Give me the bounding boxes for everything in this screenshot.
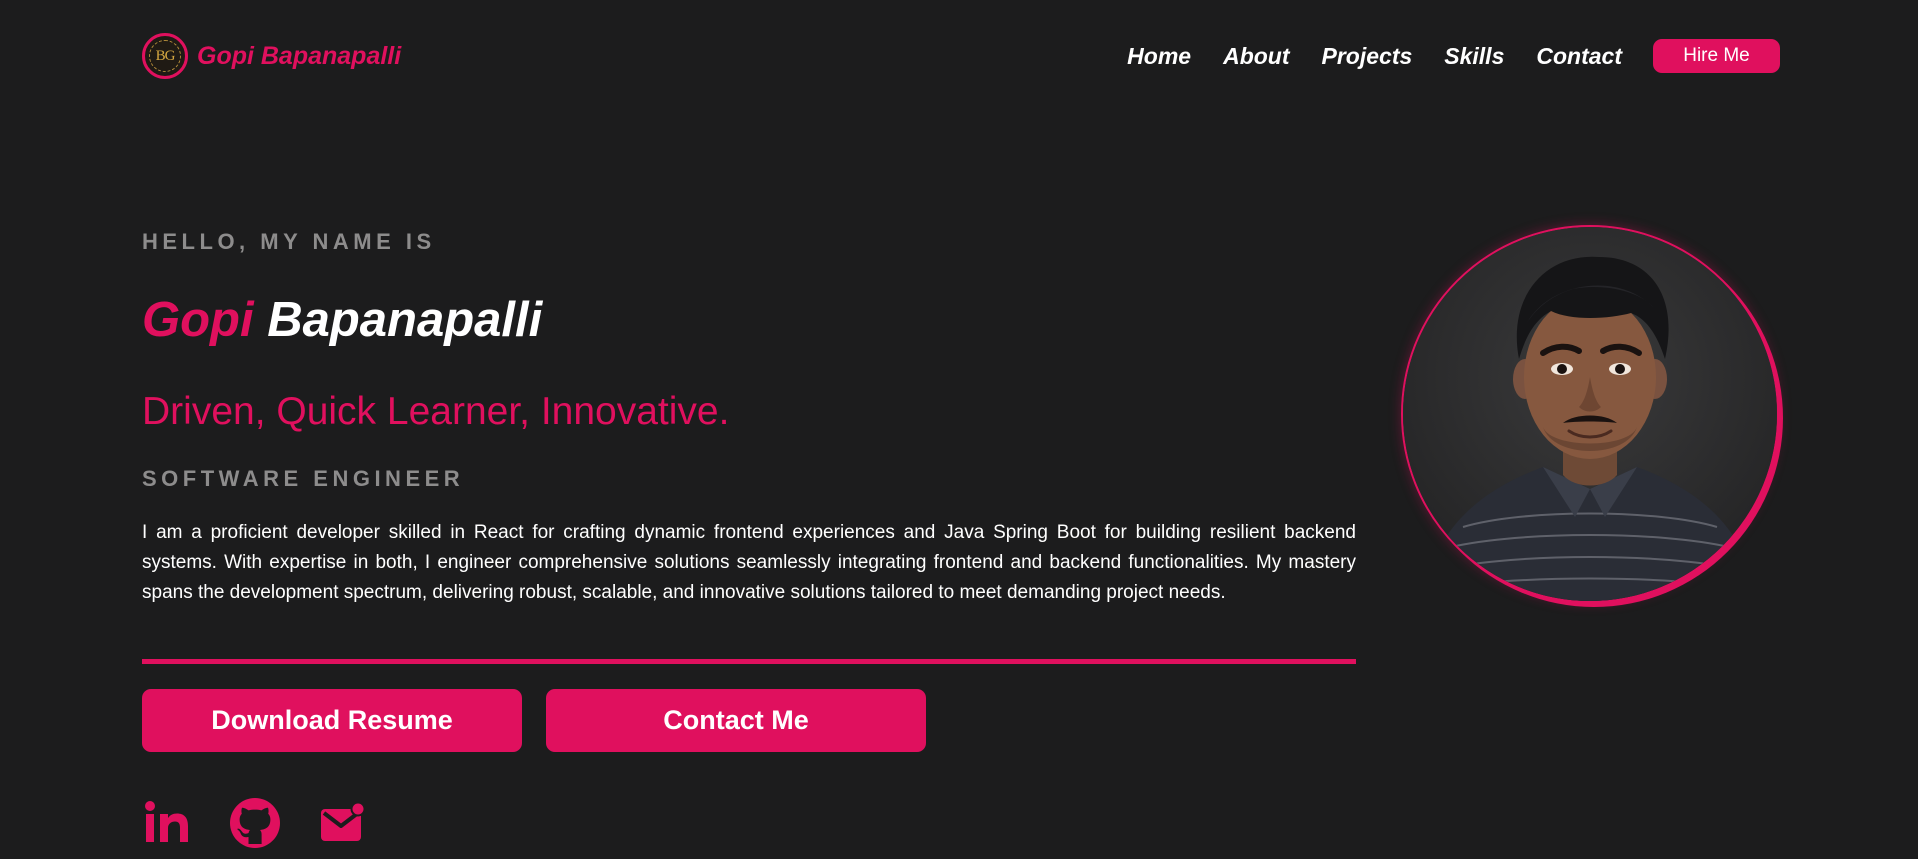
hero-tagline: Driven, Quick Learner, Innovative. [142, 390, 730, 433]
hero-divider [142, 659, 1356, 664]
hero-name: Gopi Bapanapalli [142, 290, 542, 350]
contact-me-button[interactable]: Contact Me [546, 689, 926, 752]
linkedin-link[interactable] [142, 798, 192, 848]
hero-first-name: Gopi [142, 293, 254, 347]
profile-photo [1401, 225, 1779, 603]
email-icon [321, 801, 366, 841]
download-resume-button[interactable]: Download Resume [142, 689, 522, 752]
hero-eyebrow: HELLO, MY NAME IS [142, 229, 436, 254]
email-link[interactable] [318, 798, 368, 848]
github-link[interactable] [230, 798, 280, 848]
nav-about[interactable]: About [1223, 43, 1289, 70]
hire-me-button[interactable]: Hire Me [1653, 39, 1780, 73]
linkedin-icon [145, 801, 188, 842]
hero-last-name: Bapanapalli [267, 293, 543, 347]
brand-name: Gopi Bapanapalli [197, 41, 402, 70]
github-icon [230, 798, 280, 848]
hero-role: SOFTWARE ENGINEER [142, 466, 465, 491]
main-nav: Home About Projects Skills Contact Hire … [1127, 39, 1780, 73]
nav-skills[interactable]: Skills [1444, 43, 1504, 70]
social-links [142, 798, 406, 848]
nav-contact[interactable]: Contact [1536, 43, 1622, 70]
logo-monogram: BG [155, 47, 176, 64]
logo-badge: BG [142, 33, 188, 79]
brand-link[interactable]: BG Gopi Bapanapalli [142, 33, 401, 79]
site-header: BG Gopi Bapanapalli Home About Projects … [142, 30, 1780, 82]
hero-bio: I am a proficient developer skilled in R… [142, 522, 1356, 603]
nav-home[interactable]: Home [1127, 43, 1191, 70]
profile-portrait [1403, 227, 1777, 601]
nav-projects[interactable]: Projects [1322, 43, 1413, 70]
